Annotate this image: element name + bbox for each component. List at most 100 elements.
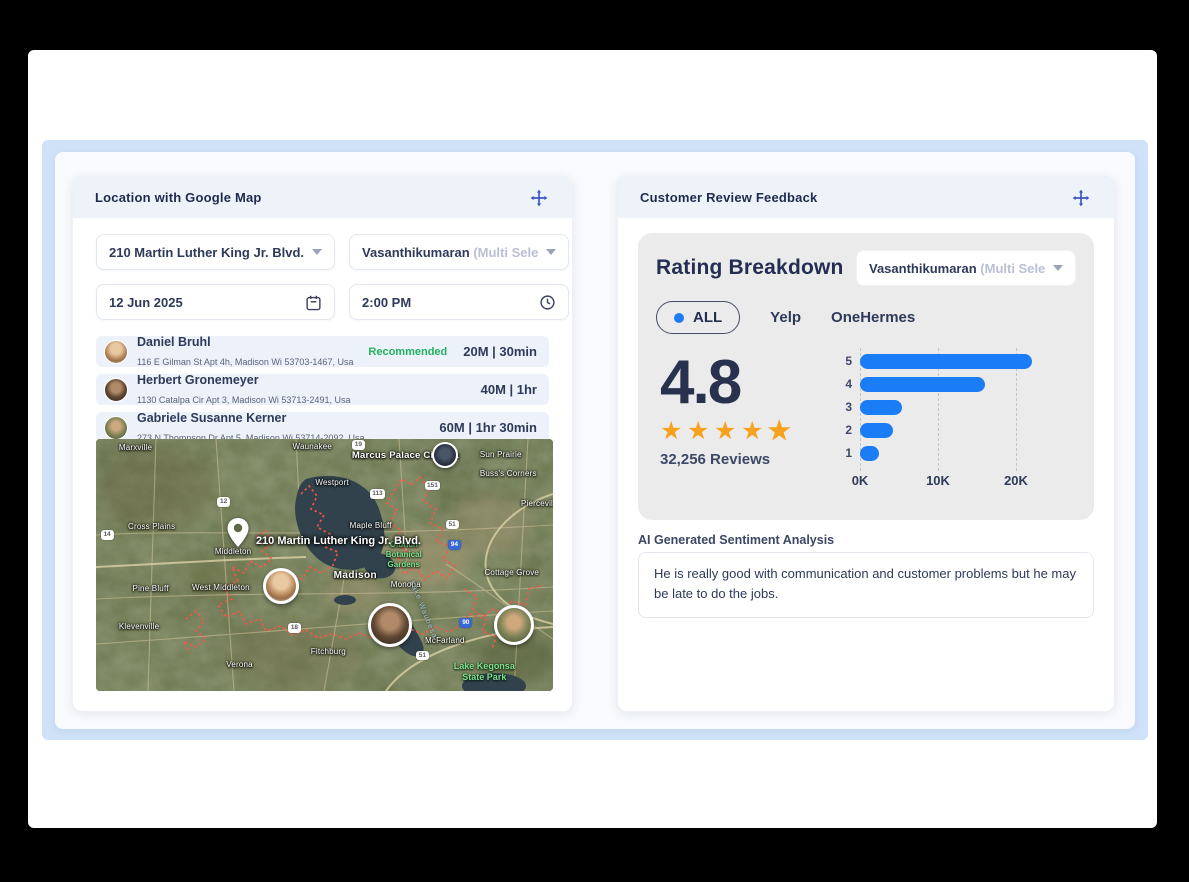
date-value: 12 Jun 2025 [109, 295, 183, 310]
sentiment-analysis-text: He is really good with communication and… [638, 552, 1094, 618]
tab-yelp[interactable]: Yelp [770, 309, 801, 326]
map-label: Buss's Corners [480, 469, 537, 478]
address-select-value: 210 Martin Luther King Jr. Blvd. [109, 245, 304, 260]
time-value: 2:00 PM [362, 295, 411, 310]
list-item[interactable]: Daniel Bruhl 116 E Gilman St Apt 4h, Mad… [96, 336, 549, 367]
clock-icon [539, 294, 556, 311]
rating-breakdown-title: Rating Breakdown [656, 256, 844, 280]
distance-eta: 40M | 1hr [481, 382, 537, 397]
bar-label: 2 [836, 423, 852, 438]
chevron-down-icon [312, 249, 322, 255]
technician-list: Daniel Bruhl 116 E Gilman St Apt 4h, Mad… [73, 320, 572, 443]
map-park-label: Lake Kegonsa State Park [443, 661, 525, 684]
person-address: 116 E Gilman St Apt 4h, Madison Wi 53703… [137, 357, 353, 367]
axis-tick: 20K [1004, 473, 1028, 488]
chevron-down-icon [1053, 265, 1063, 271]
star-rating: ★ ★ ★ ★ ★★ [660, 418, 822, 445]
route-shield: 12 [217, 497, 230, 507]
map-label: Fitchburg [311, 647, 346, 656]
bar-label: 4 [836, 377, 852, 392]
calendar-icon [305, 294, 322, 311]
date-picker[interactable]: 12 Jun 2025 [96, 284, 335, 320]
bar-1-star [860, 446, 879, 461]
distance-eta: 60M | 1hr 30min [439, 420, 537, 435]
map-label: Maple Bluff [350, 521, 392, 530]
star-half-icon: ★★ [768, 418, 795, 445]
move-icon [529, 188, 549, 208]
axis-tick: 0K [852, 473, 869, 488]
chevron-down-icon [546, 249, 556, 255]
map-label: Sun Prairie [480, 450, 522, 459]
route-shield: 51 [416, 651, 429, 661]
map-label: Westport [315, 478, 348, 487]
overall-rating: 4.8 ★ ★ ★ ★ ★★ 32,256 Reviews [656, 352, 822, 491]
source-tabs: ALL Yelp OneHermes [656, 301, 1076, 334]
reviews-count: 32,256 Reviews [660, 451, 822, 468]
person-address: 1130 Catalpa Cir Apt 3, Madison Wi 53713… [137, 395, 350, 405]
interstate-shield: 94 [448, 540, 461, 550]
map-label: West Middleton [192, 583, 250, 592]
avatar [104, 416, 128, 440]
map-poi-avatar[interactable] [432, 442, 458, 468]
star-icon: ★ [687, 418, 714, 445]
staff-select-value: Vasanthikumaran [362, 245, 470, 260]
star-icon: ★ [714, 418, 741, 445]
drag-handle-button[interactable] [1070, 187, 1092, 209]
map-label: Waunakee [293, 442, 333, 451]
map-avatar-daniel[interactable] [263, 568, 299, 604]
route-shield: 19 [352, 440, 365, 450]
map-label: Pierceville [521, 499, 553, 508]
sentiment-analysis-label: AI Generated Sentiment Analysis [638, 533, 834, 547]
map-label: Cottage Grove [484, 568, 539, 577]
star-icon: ★ [741, 418, 768, 445]
rating-score: 4.8 [660, 352, 822, 414]
tab-onehermes[interactable]: OneHermes [831, 309, 915, 326]
map-label: Madison [334, 570, 377, 581]
tab-label: ALL [693, 309, 722, 326]
drag-handle-button[interactable] [528, 187, 550, 209]
staff-select-placeholder: (Multi Sele [980, 261, 1045, 276]
avatar [104, 378, 128, 402]
screen: Location with Google Map 210 Martin Luth… [0, 0, 1189, 882]
location-card-header: Location with Google Map [73, 177, 572, 218]
time-picker[interactable]: 2:00 PM [349, 284, 569, 320]
bar-label: 5 [836, 354, 852, 369]
person-name: Daniel Bruhl [137, 335, 211, 349]
bar-4-star [860, 377, 985, 392]
route-shield: 18 [288, 623, 301, 633]
axis-tick: 10K [926, 473, 950, 488]
location-card-title: Location with Google Map [95, 190, 262, 205]
review-card-title: Customer Review Feedback [640, 190, 817, 205]
rating-breakdown-panel: Rating Breakdown Vasanthikumaran (Multi … [638, 233, 1094, 520]
google-map[interactable]: Marxville Waunakee Sun Prairie Buss's Co… [96, 439, 553, 691]
staff-select[interactable]: Vasanthikumaran (Multi Sele [349, 234, 569, 270]
list-item[interactable]: Herbert Gronemeyer 1130 Catalpa Cir Apt … [96, 374, 549, 405]
route-shield: 14 [101, 530, 114, 540]
tab-all[interactable]: ALL [656, 301, 740, 334]
map-avatar-gabriele[interactable] [494, 605, 534, 645]
bar-label: 1 [836, 446, 852, 461]
staff-select[interactable]: Vasanthikumaran (Multi Sele [856, 250, 1076, 286]
active-dot-icon [674, 313, 684, 323]
address-select[interactable]: 210 Martin Luther King Jr. Blvd. [96, 234, 335, 270]
map-label: Marxville [119, 443, 152, 452]
route-shield: 151 [425, 481, 440, 491]
bar-3-star [860, 400, 902, 415]
avatar [104, 340, 128, 364]
map-label: Pine Bluff [133, 584, 169, 593]
person-name: Gabriele Susanne Kerner [137, 411, 286, 425]
map-label: Verona [226, 660, 253, 669]
interstate-shield: 90 [459, 618, 472, 628]
x-axis: 0K 10K 20K [860, 473, 1092, 491]
map-label: Klevenville [119, 622, 159, 631]
staff-select-value: Vasanthikumaran [869, 261, 977, 276]
review-feedback-card: Customer Review Feedback Rating Breakdow… [617, 176, 1115, 712]
rating-bar-chart: 5 4 3 2 1 0K 10K 20K [836, 352, 1092, 491]
bar-label: 3 [836, 400, 852, 415]
map-label: Cross Plains [128, 522, 175, 531]
recommended-badge: Recommended [368, 346, 447, 358]
bar-2-star [860, 423, 893, 438]
map-avatar-herbert[interactable] [368, 603, 412, 647]
bar-5-star [860, 354, 1032, 369]
location-map-card: Location with Google Map 210 Martin Luth… [72, 176, 573, 712]
